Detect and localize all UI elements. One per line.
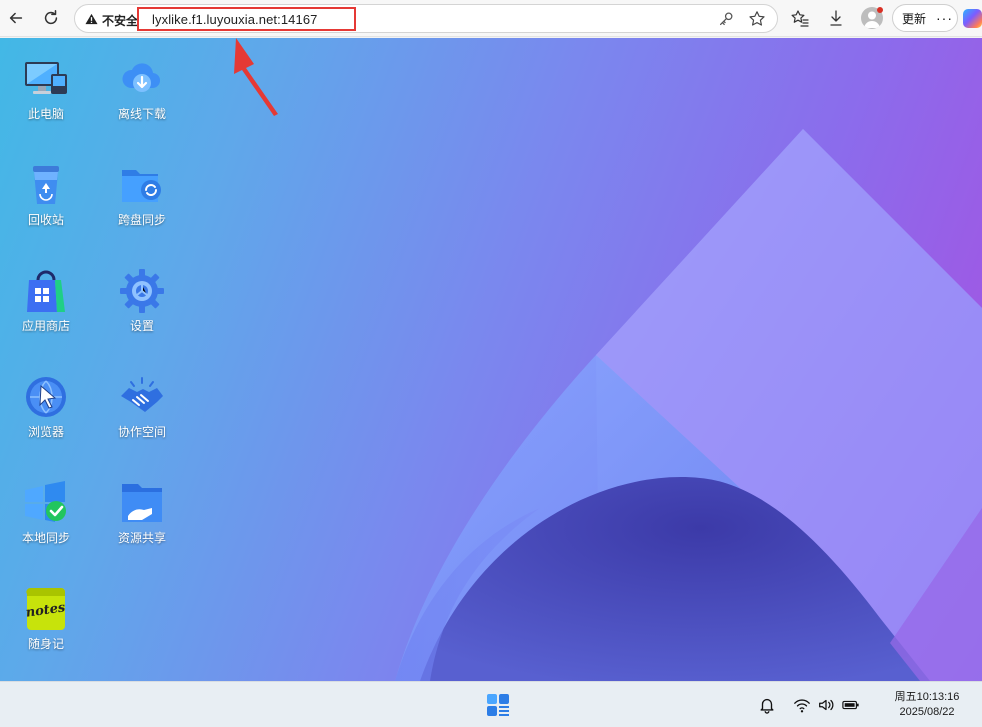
volume-icon[interactable] — [817, 696, 835, 714]
download-icon[interactable] — [826, 8, 846, 28]
desktop-icon-notes[interactable]: notes 随身记 — [4, 586, 88, 676]
icon-label: 协作空间 — [117, 425, 166, 439]
desktop-icon-collab-space[interactable]: 协作空间 — [100, 374, 184, 464]
address-bar[interactable]: 不安全 lyxlike.f1.luyouxia.net:14167 — [74, 4, 778, 33]
not-secure-label[interactable]: 不安全 — [102, 12, 138, 29]
app-store-bag-icon — [27, 270, 65, 312]
icon-label: 回收站 — [27, 213, 64, 227]
bell-icon[interactable] — [758, 696, 776, 714]
desktop-icon-cross-disk-sync[interactable]: 跨盘同步 — [100, 162, 184, 252]
gear-icon — [120, 269, 164, 313]
url-highlight-box: lyxlike.f1.luyouxia.net:14167 — [137, 7, 356, 31]
local-sync-icon — [25, 481, 66, 522]
computer-icon — [25, 62, 67, 94]
reload-icon — [44, 10, 58, 25]
desktop-icon-offline-download[interactable]: 离线下载 — [100, 56, 184, 146]
annotation-arrow — [234, 38, 278, 116]
icon-label: 应用商店 — [21, 319, 70, 333]
handshake-icon — [121, 377, 163, 412]
start-menu-icon[interactable] — [487, 694, 509, 716]
clock-time: 周五10:13:16 — [894, 691, 960, 703]
browser-globe-icon — [26, 377, 66, 417]
notes-icon: notes — [25, 587, 67, 630]
icon-label: 随身记 — [27, 637, 64, 651]
favorite-star-icon[interactable] — [748, 10, 766, 28]
warning-icon — [85, 13, 98, 25]
desktop-icon-app-store[interactable]: 应用商店 — [4, 268, 88, 358]
icon-label: 跨盘同步 — [117, 213, 166, 227]
url-text[interactable]: lyxlike.f1.luyouxia.net:14167 — [152, 12, 318, 27]
battery-icon[interactable] — [842, 696, 860, 714]
reload-button[interactable] — [37, 5, 65, 31]
notification-dot — [877, 7, 883, 13]
key-icon[interactable] — [717, 10, 735, 28]
desktop: 此电脑 回收站 应用商店 浏览器 本地同步 notes 随身记 离线下载 跨盘同… — [0, 38, 982, 681]
icon-label: 本地同步 — [21, 531, 70, 545]
desktop-icon-browser[interactable]: 浏览器 — [4, 374, 88, 464]
clock-date: 2025/08/22 — [899, 706, 955, 718]
desktop-icon-settings[interactable]: 设置 — [100, 268, 184, 358]
icon-label: 设置 — [129, 319, 154, 333]
wifi-icon[interactable] — [793, 696, 811, 714]
back-arrow-icon — [9, 12, 23, 24]
desktop-icon-local-sync[interactable]: 本地同步 — [4, 480, 88, 570]
folder-sync-icon — [122, 170, 161, 202]
update-label: 更新 — [902, 11, 927, 26]
desktop-icon-this-pc[interactable]: 此电脑 — [4, 56, 88, 146]
icon-label: 浏览器 — [27, 425, 64, 439]
copilot-icon[interactable] — [963, 9, 982, 28]
browser-toolbar: 不安全 lyxlike.f1.luyouxia.net:14167 更新 ··· — [0, 0, 982, 37]
update-button[interactable]: 更新 ··· — [892, 4, 958, 32]
icon-label: 此电脑 — [27, 107, 64, 121]
back-button[interactable] — [2, 5, 30, 31]
icon-label: 资源共享 — [117, 531, 166, 545]
favorites-icon[interactable] — [790, 8, 810, 28]
icon-label: 离线下载 — [117, 107, 166, 121]
taskbar: 周五10:13:16 2025/08/22 — [0, 681, 982, 727]
desktop-icon-recycle-bin[interactable]: 回收站 — [4, 162, 88, 252]
cloud-download-icon — [122, 63, 161, 92]
more-menu-icon[interactable]: ··· — [936, 10, 953, 26]
shared-folder-icon — [122, 484, 162, 522]
clock[interactable]: 周五10:13:16 2025/08/22 — [890, 690, 964, 720]
recycle-bin-icon — [33, 166, 59, 204]
desktop-icon-resource-share[interactable]: 资源共享 — [100, 480, 184, 570]
